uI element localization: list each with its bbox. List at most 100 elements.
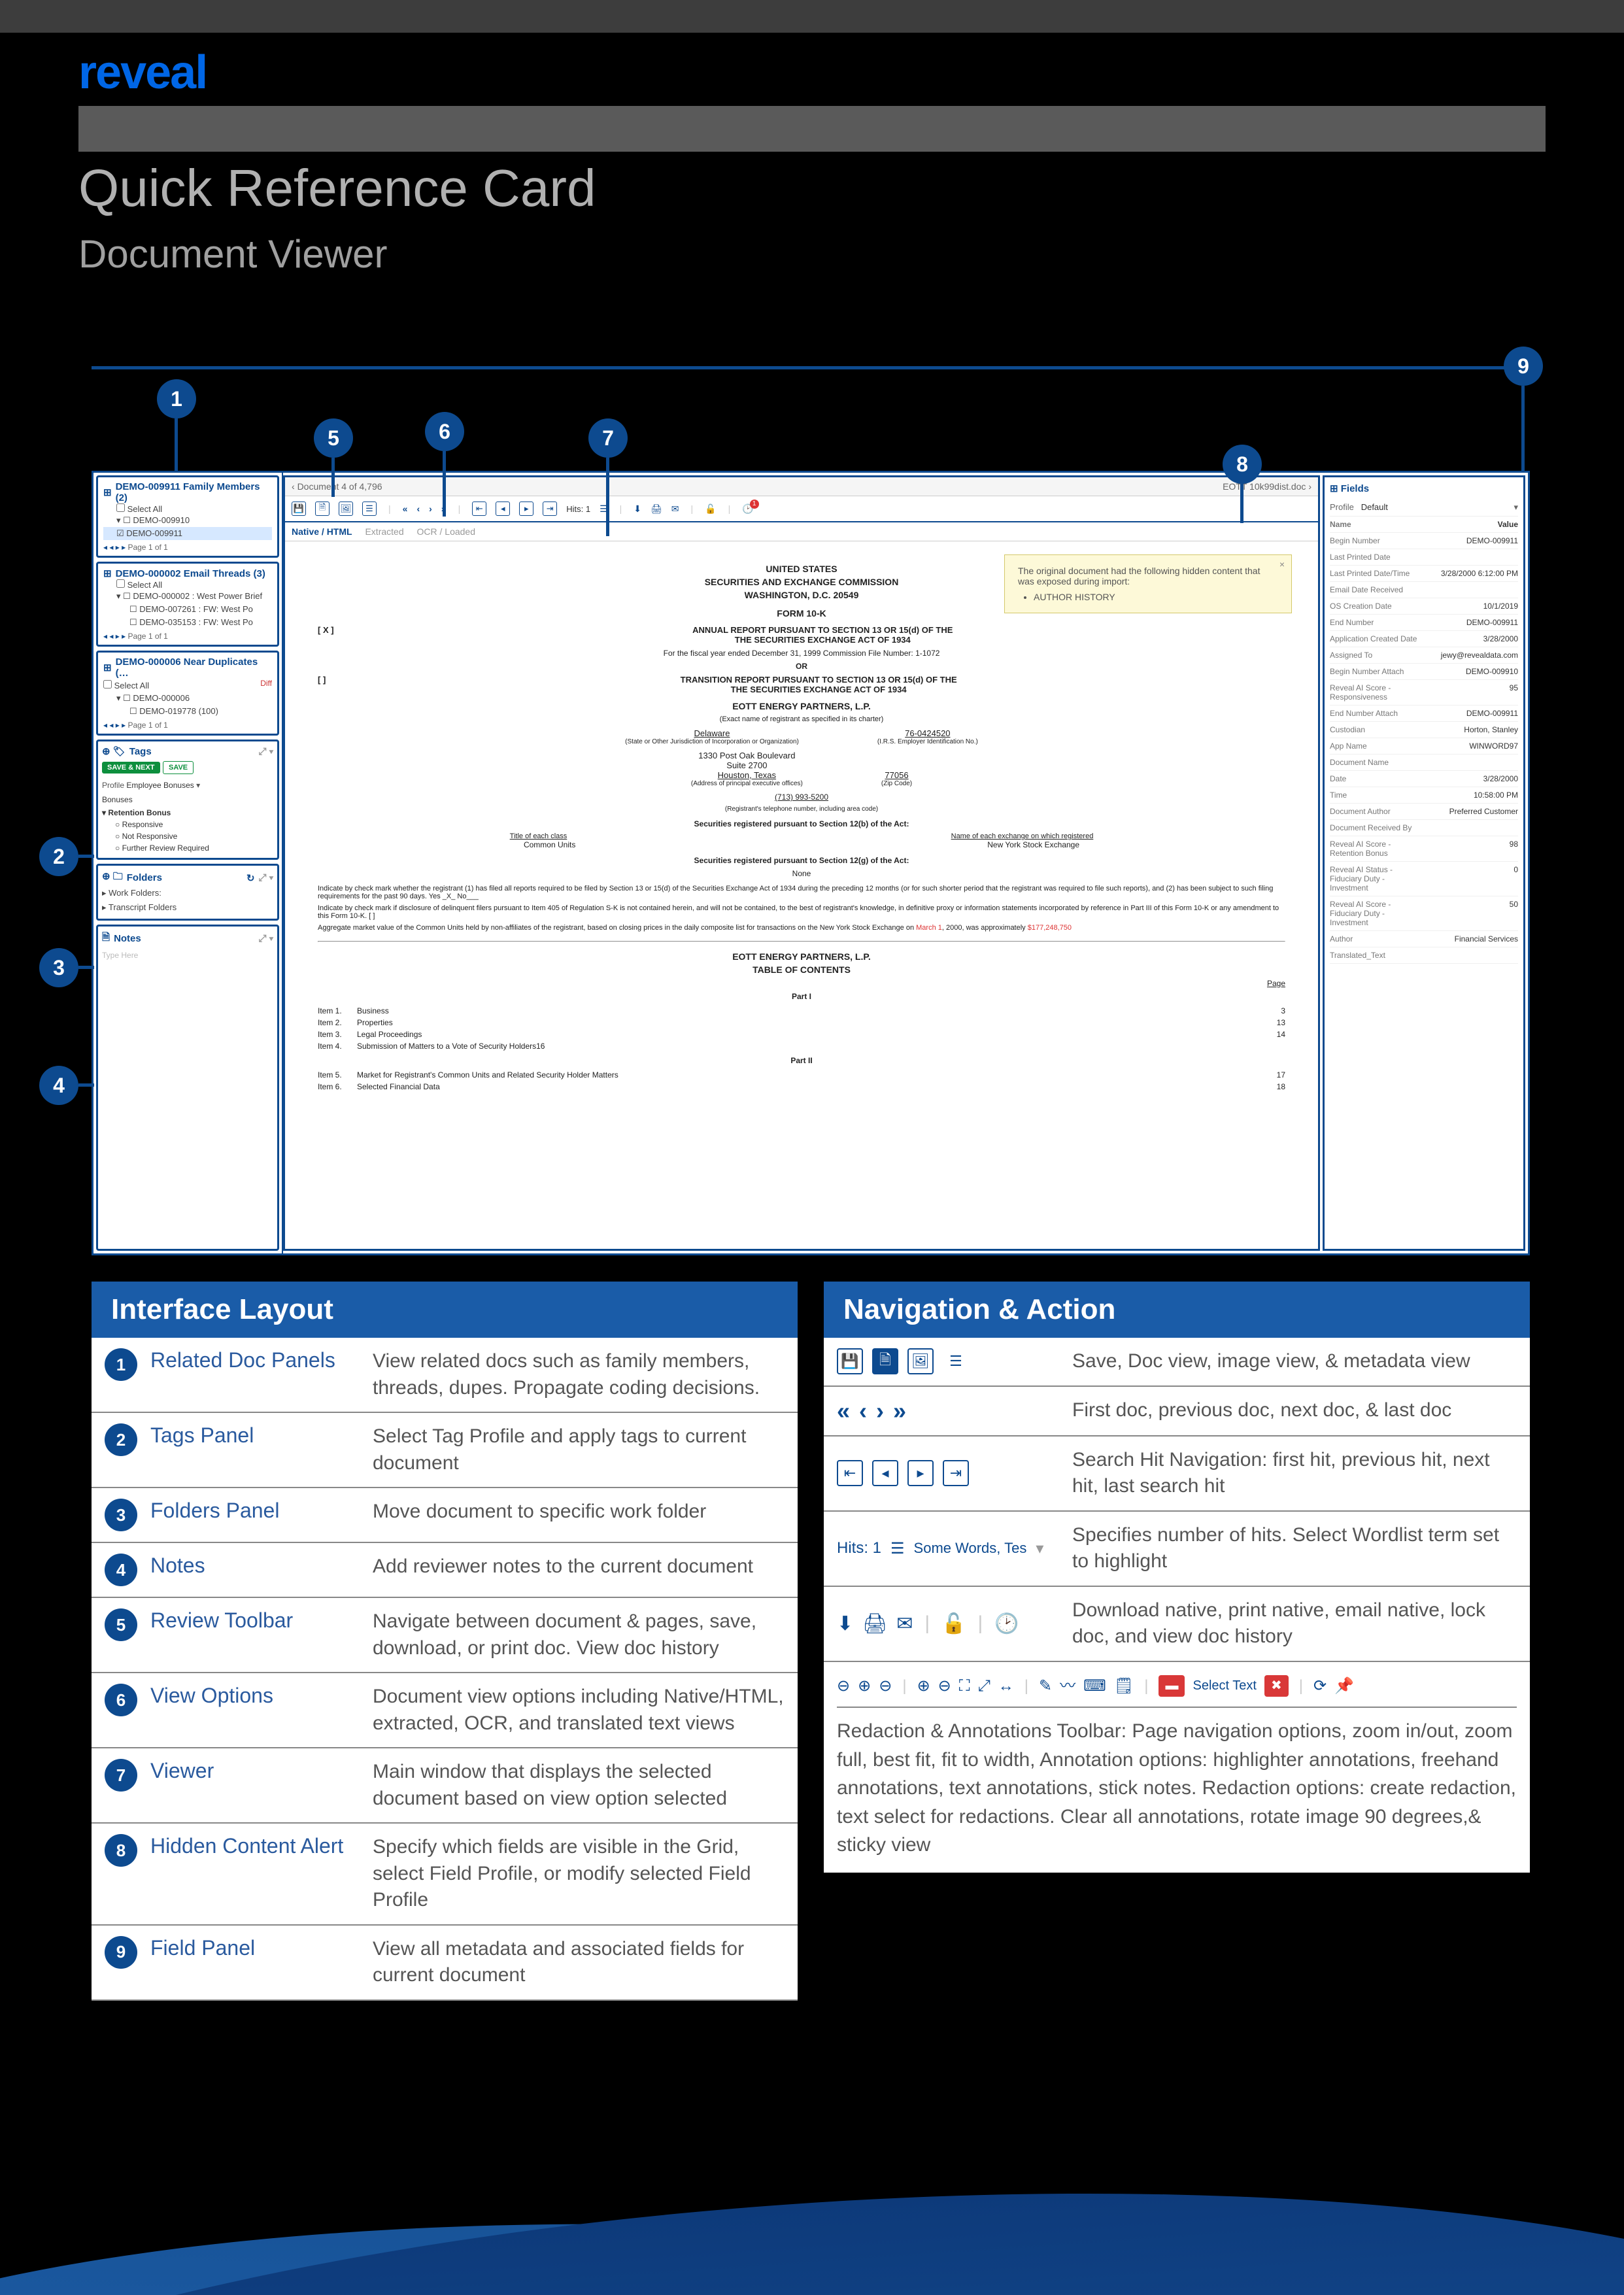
tag-option[interactable]: ○ Responsive (102, 819, 273, 830)
email-icon[interactable]: ✉ (671, 503, 679, 515)
lock-icon[interactable]: 🔓 (705, 503, 716, 515)
tree-item[interactable]: ☑ DEMO-009911 (103, 527, 272, 540)
tree-item[interactable]: ☐ DEMO-019778 (100) (103, 705, 272, 718)
field-row: End NumberDEMO-009911 (1330, 615, 1518, 631)
clear-icon: ✖ (1264, 1675, 1289, 1697)
zoom-full-icon: ⛶ (959, 1675, 970, 1698)
redaction-toolbar-desc: ⊖⊕⊖ | ⊕⊖⛶⤢↔ | ✎〰⌨🗒 | ▬ Select Text ✖ | ⟳… (824, 1662, 1530, 1873)
page-title: Quick Reference Card (78, 158, 1546, 218)
field-row: Last Printed Date (1330, 549, 1518, 566)
marker-4: 4 (39, 1066, 78, 1105)
next-doc-button[interactable]: › (429, 503, 432, 514)
field-row: Reveal AI Status - Fiduciary Duty - Inve… (1330, 862, 1518, 896)
field-row: Date3/28/2000 (1330, 771, 1518, 787)
interface-layout-col: Interface Layout 1Related Doc PanelsView… (92, 1282, 798, 2001)
tag-option[interactable]: ○ Further Review Required (102, 842, 273, 854)
wordlist-icon: ☰ (890, 1539, 905, 1558)
legend-row: 2Tags PanelSelect Tag Profile and apply … (92, 1413, 798, 1488)
tab-ocr[interactable]: OCR / Loaded (417, 526, 486, 537)
doc-view-icon[interactable]: 🗎 (315, 502, 330, 516)
legend-title: Notes (150, 1554, 360, 1578)
last-hit-icon[interactable]: ⇥ (543, 502, 557, 516)
folder-item[interactable]: ▸ Transcript Folders (102, 900, 273, 915)
tree-item[interactable]: ▾ ☐ DEMO-000006 (103, 692, 272, 705)
hidden-content-alert: × The original document had the followin… (1004, 554, 1292, 613)
legend-num: 6 (105, 1684, 137, 1716)
save-icon[interactable]: 💾 (292, 502, 306, 516)
next-icon: › (876, 1397, 884, 1425)
field-profile-select[interactable]: Default (1361, 502, 1388, 512)
nav-action-col: Navigation & Action 💾 🗎 🖼 ☰ Save, Doc vi… (824, 1282, 1530, 2001)
pager[interactable]: ◂ ◂ ▸ ▸ Page 1 of 1 (103, 540, 272, 552)
metadata-view-icon: ☰ (943, 1348, 969, 1374)
close-icon[interactable]: × (1279, 559, 1285, 570)
document-viewer[interactable]: × The original document had the followin… (285, 541, 1318, 1249)
doc-view-icon: 🗎 (872, 1348, 898, 1374)
minus-icon: ⊖ (879, 1675, 892, 1698)
notes-input[interactable]: Type Here (102, 947, 273, 960)
sticky-icon: 📌 (1334, 1675, 1354, 1698)
select-all-checkbox[interactable]: Select All (103, 503, 162, 515)
field-row: AuthorFinancial Services (1330, 931, 1518, 947)
legend-num: 5 (105, 1608, 137, 1641)
field-row: Document Name (1330, 755, 1518, 771)
field-row: OS Creation Date10/1/2019 (1330, 598, 1518, 615)
next-hit-icon[interactable]: ▸ (519, 502, 533, 516)
doc-header: ‹ Document 4 of 4,796 EOTT 10k99dist.doc… (285, 477, 1318, 496)
field-row: Document Received By (1330, 820, 1518, 836)
marker-3: 3 (39, 948, 78, 987)
zoom-in-icon: ⊕ (917, 1675, 930, 1698)
save-button[interactable]: SAVE (163, 761, 194, 774)
field-row: CustodianHorton, Stanley (1330, 722, 1518, 738)
prev-doc-button[interactable]: ‹ (416, 503, 420, 514)
select-all-checkbox[interactable]: Select All (103, 579, 162, 591)
pager[interactable]: ◂ ◂ ▸ ▸ Page 1 of 1 (103, 718, 272, 730)
profile-select[interactable]: Employee Bonuses (126, 781, 194, 790)
dupes-panel: ⊞DEMO-000006 Near Duplicates (… Select A… (96, 651, 279, 736)
page-back-icon: ⊖ (837, 1675, 850, 1698)
tree-item[interactable]: ▾ ☐ DEMO-000002 : West Power Brief (103, 590, 272, 603)
legend-num: 4 (105, 1554, 137, 1586)
legend-desc: Move document to specific work folder (373, 1499, 785, 1525)
legend-desc: View related docs such as family members… (373, 1348, 785, 1401)
nav-row: ⇤ ◂ ▸ ⇥ Search Hit Navigation: first hit… (824, 1436, 1530, 1512)
tab-extracted[interactable]: Extracted (365, 526, 414, 537)
marker-9: 9 (1504, 347, 1543, 386)
tree-item[interactable]: ☐ DEMO-035153 : FW: West Po (103, 616, 272, 629)
left-rail: ⊞DEMO-009911 Family Members (2) Select A… (93, 473, 283, 1253)
field-row: Begin NumberDEMO-009911 (1330, 533, 1518, 549)
tab-native[interactable]: Native / HTML (292, 526, 363, 537)
select-all-checkbox[interactable]: Select All (103, 679, 149, 692)
legend-desc: Main window that displays the selected d… (373, 1759, 785, 1812)
tree-item[interactable]: ☐ DEMO-007261 : FW: West Po (103, 603, 272, 616)
tag-option[interactable]: ○ Not Responsive (102, 830, 273, 842)
download-icon[interactable]: ⬇ (634, 503, 641, 515)
save-next-button[interactable]: SAVE & NEXT (102, 762, 160, 774)
legend-row: 3Folders PanelMove document to specific … (92, 1488, 798, 1543)
print-icon[interactable]: 🖨 (651, 503, 662, 515)
legend-title: Folders Panel (150, 1499, 360, 1523)
view-tabs: Native / HTML Extracted OCR / Loaded (285, 522, 1318, 541)
lock-icon: 🔓 (941, 1612, 966, 1635)
marker-5: 5 (314, 418, 353, 458)
image-view-icon[interactable]: 🖼 (339, 502, 353, 516)
first-doc-button[interactable]: « (403, 503, 408, 514)
legend-row: 5Review ToolbarNavigate between document… (92, 1598, 798, 1673)
field-row: Application Created Date3/28/2000 (1330, 631, 1518, 647)
diff-link[interactable]: Diff (260, 679, 272, 692)
first-hit-icon[interactable]: ⇤ (472, 502, 486, 516)
field-row: Reveal AI Score - Responsiveness95 (1330, 680, 1518, 706)
folder-item[interactable]: ▸ Work Folders: (102, 886, 273, 900)
metadata-view-icon[interactable]: ☰ (362, 502, 377, 516)
pager[interactable]: ◂ ◂ ▸ ▸ Page 1 of 1 (103, 629, 272, 641)
footer-waves (0, 1955, 1624, 2295)
download-icon: ⬇ (837, 1612, 853, 1635)
prev-hit-icon[interactable]: ◂ (496, 502, 510, 516)
field-row: End Number AttachDEMO-009911 (1330, 706, 1518, 722)
history-icon[interactable]: 🕑1 (742, 503, 753, 515)
tree-item[interactable]: ▾ ☐ DEMO-009910 (103, 514, 272, 527)
app-screenshot: ⊞DEMO-009911 Family Members (2) Select A… (92, 471, 1530, 1255)
field-row: Reveal AI Score - Fiduciary Duty - Inves… (1330, 896, 1518, 931)
legend-desc: Specify which fields are visible in the … (373, 1834, 785, 1914)
marker-7: 7 (588, 418, 628, 458)
